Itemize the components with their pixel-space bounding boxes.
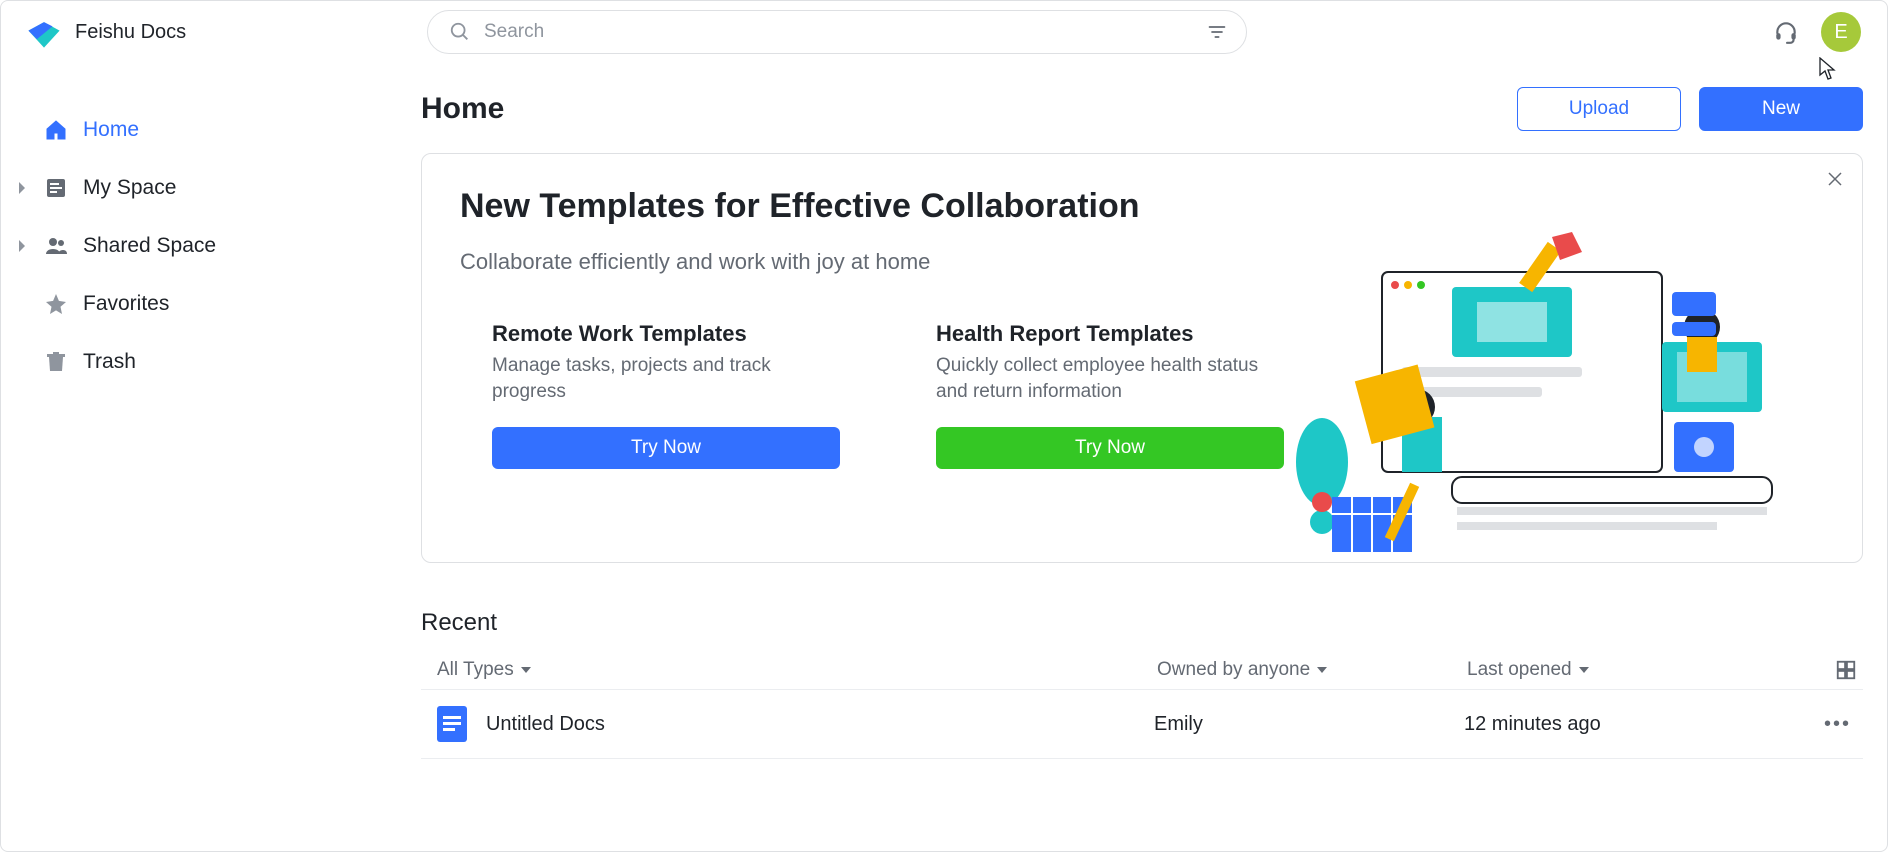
sidebar-item-home[interactable]: ▸ Home: [7, 101, 381, 159]
try-now-button[interactable]: Try Now: [492, 427, 840, 469]
close-icon[interactable]: [1826, 170, 1844, 191]
topbar: Feishu Docs E: [1, 1, 1887, 63]
sidebar-item-label: My Space: [83, 176, 176, 200]
trash-icon: [43, 350, 69, 374]
doc-time: 12 minutes ago: [1464, 713, 1824, 736]
filter-label: All Types: [437, 659, 514, 681]
sidebar-item-label: Favorites: [83, 292, 169, 316]
template-title: Health Report Templates: [936, 321, 1284, 347]
template-desc: Quickly collect employee health status a…: [936, 353, 1284, 405]
template-desc: Manage tasks, projects and track progres…: [492, 353, 840, 405]
search-icon: [449, 21, 471, 43]
upload-button[interactable]: Upload: [1517, 87, 1681, 131]
topbar-right: E: [1773, 12, 1861, 52]
caret-down-icon: [520, 665, 532, 675]
template-cards: Remote Work Templates Manage tasks, proj…: [492, 321, 1826, 469]
sidebar-item-trash[interactable]: ▸ Trash: [7, 333, 381, 391]
sidebar-item-label: Shared Space: [83, 234, 216, 258]
template-card-remote: Remote Work Templates Manage tasks, proj…: [492, 321, 840, 469]
star-icon: [43, 292, 69, 316]
doc-name: Untitled Docs: [486, 713, 1154, 736]
filter-label: Last opened: [1467, 659, 1572, 681]
brand-name: Feishu Docs: [75, 21, 186, 44]
header-buttons: Upload New: [1517, 87, 1863, 131]
app-logo-icon: [27, 15, 61, 49]
doc-row[interactable]: Untitled Docs Emily 12 minutes ago •••: [421, 689, 1863, 759]
main-header: Home Upload New: [421, 87, 1863, 131]
search-filter-icon[interactable]: [1207, 22, 1227, 42]
grid-view-icon[interactable]: [1835, 659, 1863, 681]
sidebar: ▸ Home My Space Shared Space ▸ Favorites…: [1, 101, 381, 851]
filter-types[interactable]: All Types: [437, 659, 1157, 681]
avatar[interactable]: E: [1821, 12, 1861, 52]
more-icon[interactable]: •••: [1824, 713, 1863, 736]
filter-lastopened[interactable]: Last opened: [1467, 659, 1827, 681]
chevron-right-icon[interactable]: [15, 181, 29, 195]
search-input[interactable]: [427, 10, 1247, 54]
sidebar-item-sharedspace[interactable]: Shared Space: [7, 217, 381, 275]
caret-down-icon: [1578, 665, 1590, 675]
myspace-icon: [43, 176, 69, 200]
sidebar-item-favorites[interactable]: ▸ Favorites: [7, 275, 381, 333]
try-now-button[interactable]: Try Now: [936, 427, 1284, 469]
template-card-health: Health Report Templates Quickly collect …: [936, 321, 1284, 469]
page-title: Home: [421, 92, 504, 126]
sidebar-item-label: Home: [83, 118, 139, 142]
doc-icon: [437, 706, 486, 742]
avatar-initial: E: [1834, 21, 1847, 44]
support-icon[interactable]: [1773, 19, 1799, 45]
templates-banner: New Templates for Effective Collaboratio…: [421, 153, 1863, 563]
recent-title: Recent: [421, 609, 1863, 637]
brand[interactable]: Feishu Docs: [27, 15, 427, 49]
doc-owner: Emily: [1154, 713, 1464, 736]
sidebar-item-label: Trash: [83, 350, 136, 374]
template-title: Remote Work Templates: [492, 321, 840, 347]
filter-owner[interactable]: Owned by anyone: [1157, 659, 1467, 681]
search-wrap: [427, 10, 1247, 54]
chevron-right-icon[interactable]: [15, 239, 29, 253]
home-icon: [43, 118, 69, 142]
banner-subtitle: Collaborate efficiently and work with jo…: [460, 249, 1826, 275]
filters-row: All Types Owned by anyone Last opened: [421, 651, 1863, 689]
sharedspace-icon: [43, 234, 69, 258]
sidebar-item-myspace[interactable]: My Space: [7, 159, 381, 217]
main: Home Upload New New Templates for Effect…: [421, 87, 1863, 851]
caret-down-icon: [1316, 665, 1328, 675]
filter-label: Owned by anyone: [1157, 659, 1310, 681]
new-button[interactable]: New: [1699, 87, 1863, 131]
banner-title: New Templates for Effective Collaboratio…: [460, 186, 1826, 227]
